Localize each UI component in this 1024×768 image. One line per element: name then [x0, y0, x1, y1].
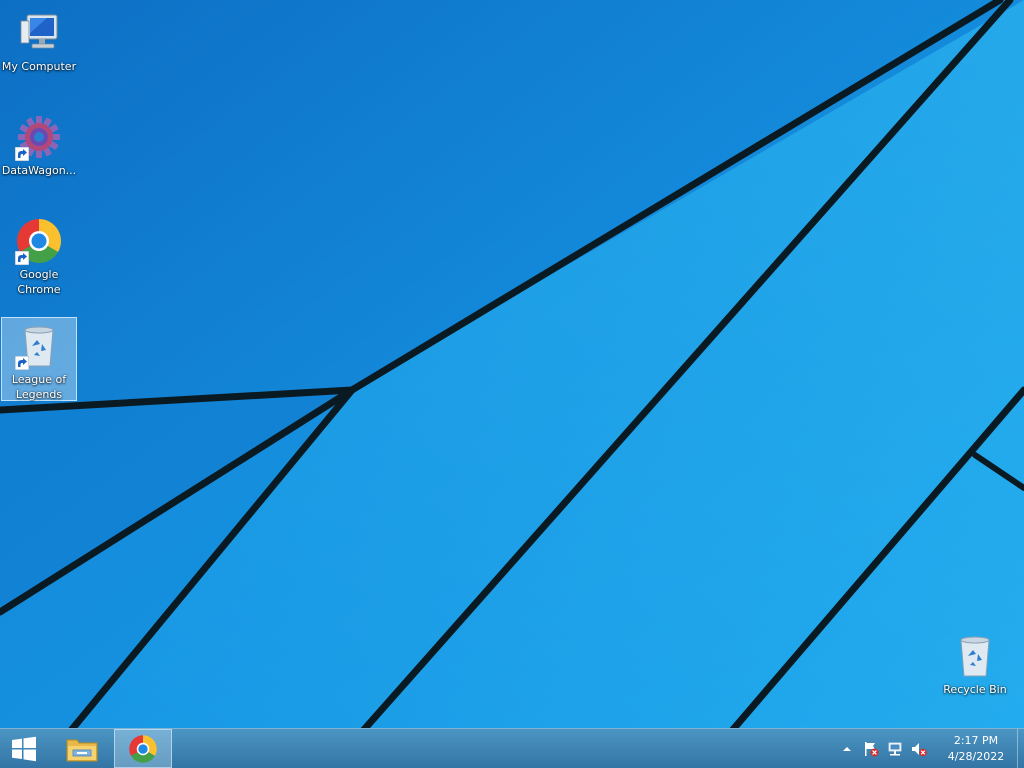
shortcut-arrow-icon	[15, 147, 29, 161]
desktop-icon-label: League of Legends	[11, 373, 67, 401]
action-center-flag-icon[interactable]	[862, 740, 880, 758]
chrome-icon	[15, 217, 63, 265]
system-tray: 2:17 PM 4/28/2022	[835, 729, 1024, 768]
desktop[interactable]: My Computer DataWagon... Google Chrome L…	[0, 0, 1024, 728]
desktop-icon-label: Recycle Bin	[943, 683, 1007, 696]
folder-icon	[66, 739, 98, 761]
desktop-icon-league-of-legends[interactable]: League of Legends	[1, 317, 77, 401]
taskbar-file-explorer-button[interactable]	[56, 729, 108, 768]
taskbar: 2:17 PM 4/28/2022	[0, 728, 1024, 768]
chevron-up-icon[interactable]	[838, 740, 856, 758]
taskbar-chrome-button[interactable]	[114, 729, 172, 768]
start-button[interactable]	[0, 729, 48, 768]
shortcut-arrow-icon	[15, 251, 29, 265]
chrome-icon	[129, 734, 157, 763]
desktop-icon-google-chrome[interactable]: Google Chrome	[1, 212, 77, 296]
windows-logo-icon	[12, 736, 36, 761]
desktop-icon-label: My Computer	[1, 60, 77, 73]
desktop-icon-recycle-bin[interactable]: Recycle Bin	[937, 627, 1013, 711]
recycle-bin-icon	[951, 632, 999, 680]
wallpaper	[0, 0, 1024, 728]
desktop-icon-my-computer[interactable]: My Computer	[1, 4, 77, 88]
network-icon[interactable]	[886, 740, 904, 758]
datawagon-gear-icon	[15, 113, 63, 161]
computer-icon	[15, 9, 63, 57]
taskbar-clock[interactable]: 2:17 PM 4/28/2022	[941, 733, 1011, 765]
show-desktop-button[interactable]	[1017, 729, 1024, 768]
volume-muted-icon[interactable]	[910, 740, 928, 758]
recycle-bin-icon	[15, 322, 63, 370]
clock-time: 2:17 PM	[953, 733, 999, 747]
desktop-icon-label: DataWagon...	[1, 164, 77, 177]
desktop-icon-datawagon[interactable]: DataWagon...	[1, 108, 77, 192]
desktop-icon-label: Google Chrome	[17, 268, 61, 296]
shortcut-arrow-icon	[15, 356, 29, 370]
clock-date: 4/28/2022	[947, 749, 1005, 763]
